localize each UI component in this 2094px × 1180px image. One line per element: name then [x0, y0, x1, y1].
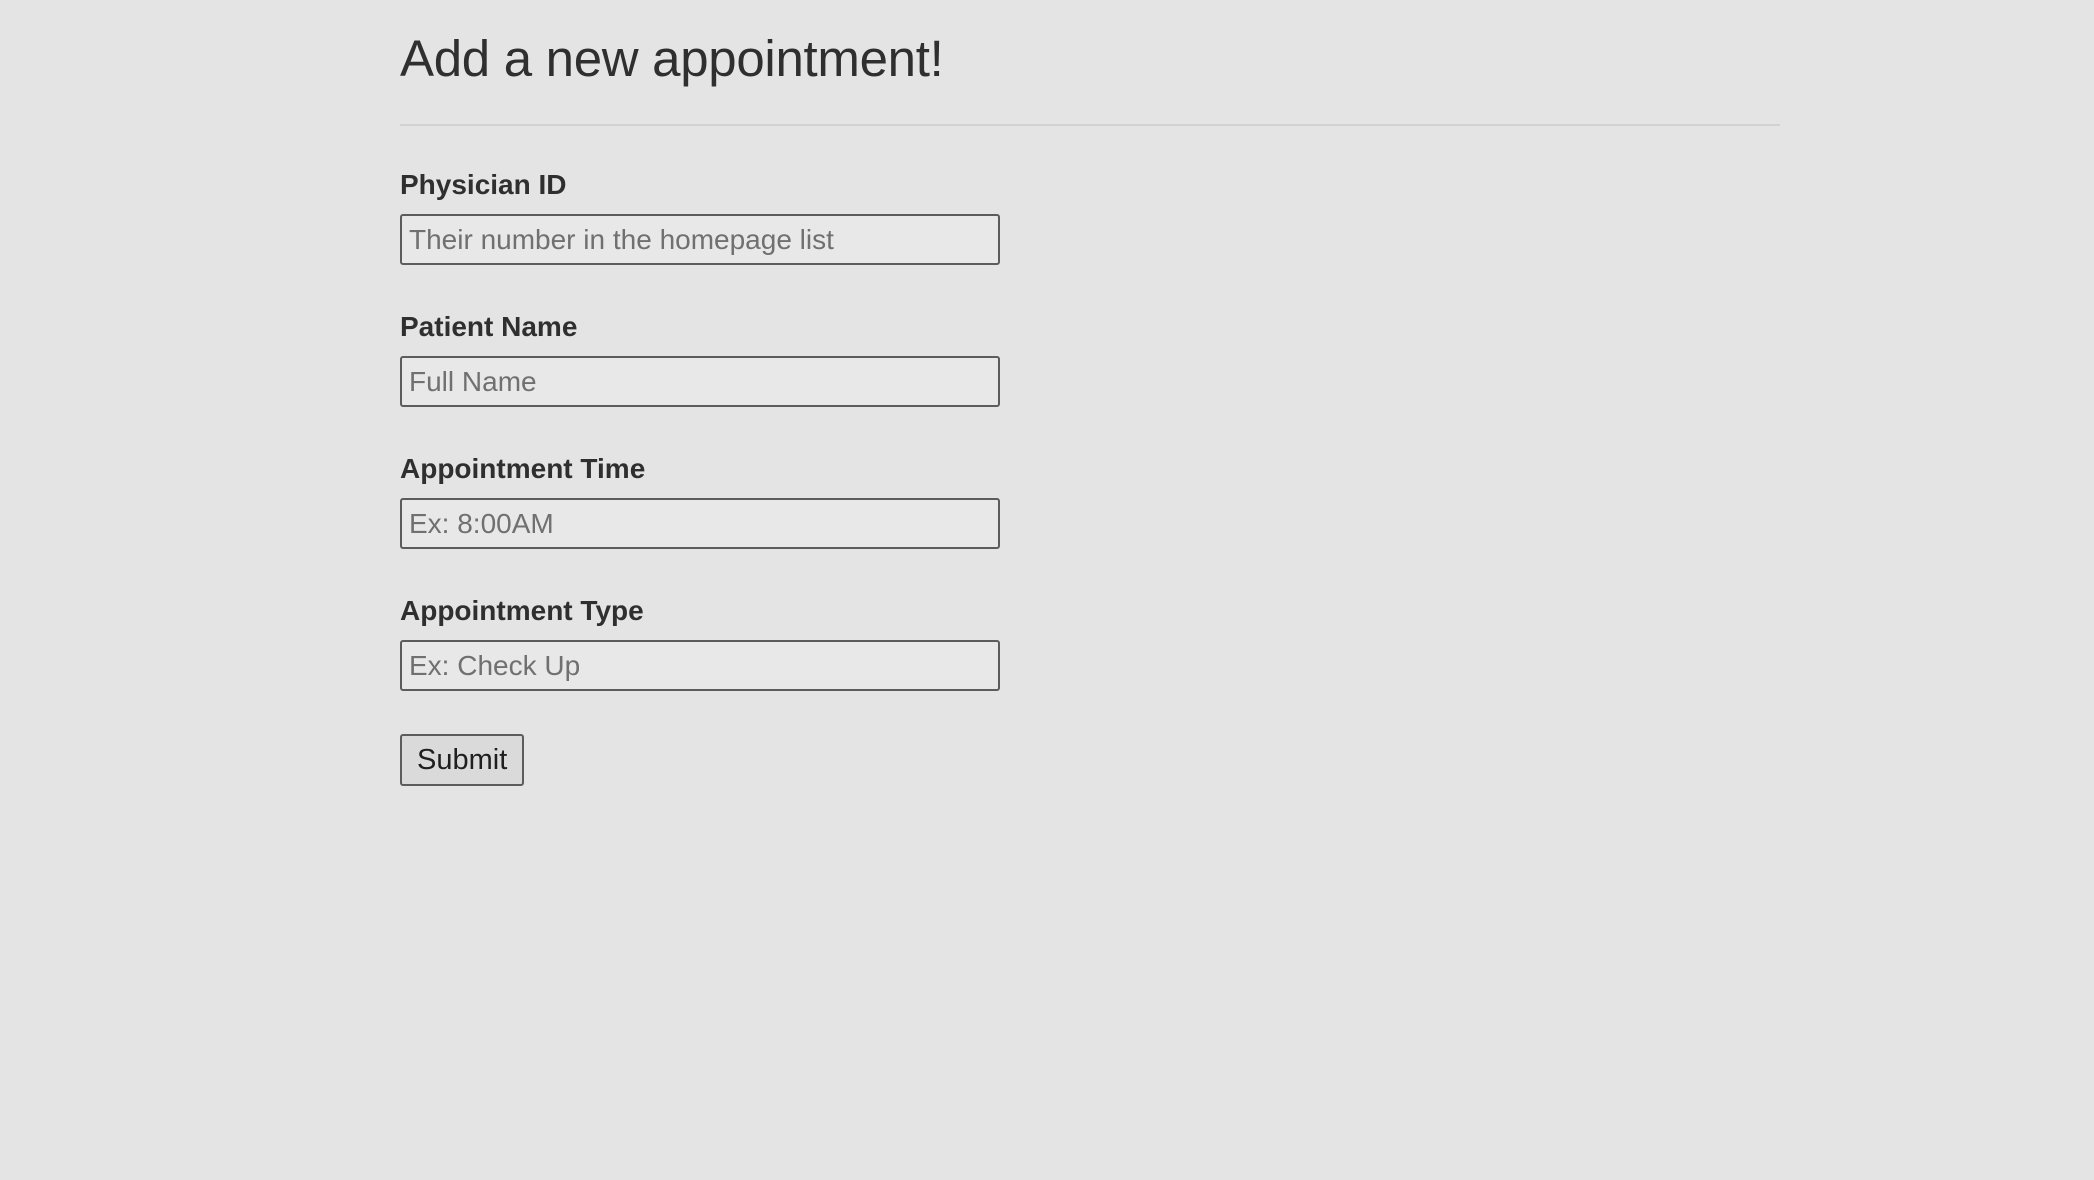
- physician-id-label: Physician ID: [400, 169, 567, 200]
- physician-id-input[interactable]: [400, 214, 1000, 265]
- patient-name-input[interactable]: [400, 356, 1000, 407]
- physician-id-group: Physician ID: [400, 168, 1000, 265]
- appointment-time-input[interactable]: [400, 498, 1000, 549]
- appointment-type-label: Appointment Type: [400, 595, 644, 626]
- patient-name-group: Patient Name: [400, 310, 1000, 407]
- submit-button[interactable]: Submit: [400, 734, 525, 786]
- appointment-type-input[interactable]: [400, 640, 1000, 691]
- page-title: Add a new appointment!: [400, 30, 944, 87]
- appointment-type-group: Appointment Type: [400, 594, 1000, 691]
- title-divider: [400, 124, 1780, 126]
- patient-name-label: Patient Name: [400, 311, 578, 342]
- appointment-time-label: Appointment Time: [400, 453, 646, 484]
- appointment-time-group: Appointment Time: [400, 452, 1000, 549]
